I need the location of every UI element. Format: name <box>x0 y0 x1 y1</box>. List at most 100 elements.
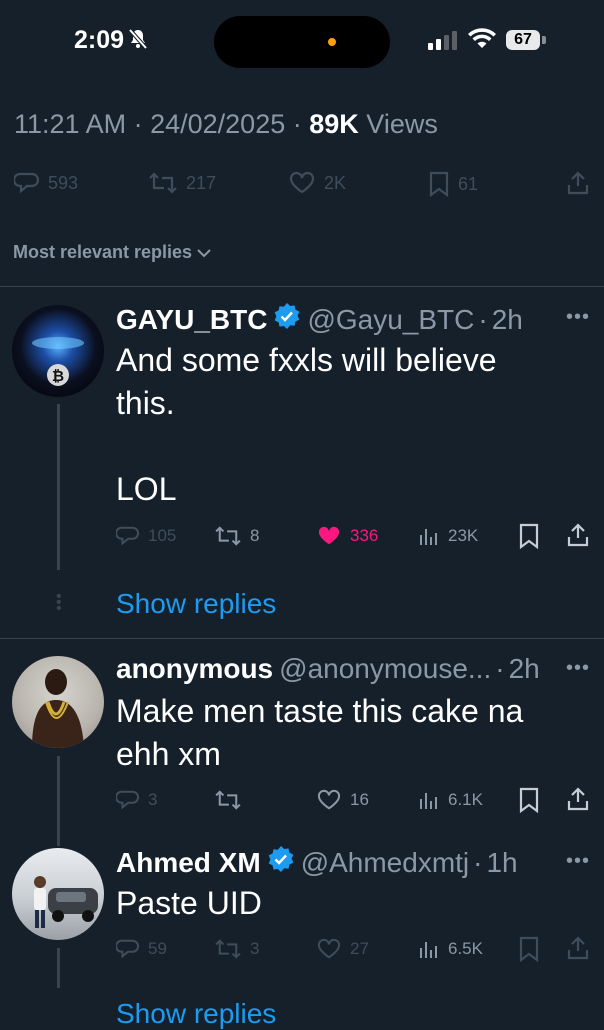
repost-icon <box>215 790 241 810</box>
meta-separator: · <box>292 109 310 139</box>
bitcoin-logo-icon: ₿ <box>32 337 84 386</box>
reply-header: Ahmed XM @Ahmedxmtj · 1h <box>116 845 518 880</box>
reply-icon <box>116 939 140 959</box>
more-options-icon[interactable]: ••• <box>566 657 590 680</box>
reply-time: 2h <box>508 653 540 684</box>
like-count: 2K <box>324 172 347 193</box>
thread-dots: • • • <box>56 588 62 617</box>
reply-time: 1h <box>486 846 518 878</box>
view-count: 6.5K <box>448 939 483 958</box>
tweet-meta: 11:21 AM · 24/02/2025 · 89K Views <box>14 109 438 140</box>
display-name[interactable]: Ahmed XM <box>116 847 261 879</box>
reply-count: 593 <box>48 172 79 193</box>
display-name[interactable]: anonymous <box>116 653 273 685</box>
verified-badge-icon <box>267 845 295 880</box>
person-with-car-photo <box>34 876 98 928</box>
reply-count: 105 <box>148 526 177 545</box>
share-button[interactable] <box>566 522 590 548</box>
avatar[interactable] <box>12 848 104 940</box>
status-time: 2:09 <box>74 26 125 54</box>
share-button[interactable] <box>566 786 590 812</box>
reply-button[interactable]: 3 <box>116 789 157 811</box>
reply-sort-dropdown[interactable]: Most relevant replies <box>13 242 212 263</box>
repost-button[interactable]: 217 <box>148 171 216 195</box>
more-options-icon[interactable]: ••• <box>566 850 590 873</box>
svg-text:₿: ₿ <box>52 367 64 385</box>
views-button[interactable]: 6.1K <box>418 789 483 811</box>
repost-count: 8 <box>250 526 260 545</box>
reply-action-bar: 3 16 6.1K <box>0 786 604 816</box>
show-replies-link[interactable]: Show replies <box>116 588 276 620</box>
handle[interactable]: @Ahmedxmtj <box>301 847 469 879</box>
share-button[interactable] <box>566 170 590 196</box>
bookmark-button[interactable] <box>518 936 540 962</box>
status-bar: 2:09 67 <box>0 0 604 84</box>
tweet-time: 11:21 AM <box>14 109 127 139</box>
bookmark-count: 61 <box>458 173 479 194</box>
bookmark-button[interactable] <box>518 523 540 549</box>
divider <box>0 286 604 287</box>
analytics-icon <box>420 529 437 545</box>
repost-icon <box>149 172 177 194</box>
avatar[interactable]: ₿ <box>12 305 104 397</box>
repost-button[interactable]: 8 <box>214 525 259 547</box>
like-count: 27 <box>350 939 369 958</box>
share-icon <box>567 936 589 960</box>
reply-button[interactable]: 59 <box>116 938 167 960</box>
display-name[interactable]: GAYU_BTC <box>116 304 267 336</box>
like-count: 16 <box>350 790 369 809</box>
reply-action-bar: 105 8 336 23K <box>0 522 604 552</box>
like-button[interactable]: 27 <box>316 938 369 960</box>
bookmark-button[interactable]: 61 <box>428 171 478 197</box>
reply-text: Paste UID <box>116 885 262 921</box>
bookmark-button[interactable] <box>518 787 540 813</box>
avatar[interactable] <box>12 656 104 748</box>
reply-text: Make men taste this cake na ehh xm <box>116 693 524 772</box>
reply-count: 3 <box>148 790 158 809</box>
like-button[interactable]: 336 <box>316 525 378 547</box>
heart-icon <box>317 789 341 810</box>
repost-icon <box>215 526 241 546</box>
share-button[interactable] <box>566 935 590 961</box>
views-count: 89K <box>309 109 359 139</box>
share-icon <box>567 523 589 547</box>
tweet-date[interactable]: 24/02/2025 <box>150 109 285 139</box>
analytics-icon <box>420 793 437 809</box>
verified-badge-icon <box>273 302 301 337</box>
sort-label: Most relevant replies <box>13 242 193 262</box>
reply-count: 59 <box>148 939 167 958</box>
reply-icon <box>116 526 140 546</box>
like-button[interactable]: 2K <box>288 171 346 195</box>
heart-icon <box>317 938 341 959</box>
handle[interactable]: @anonymouse... <box>279 653 491 685</box>
show-replies-link[interactable]: Show replies <box>116 998 276 1030</box>
tweet-action-bar: 593 217 2K 61 <box>0 168 604 200</box>
reply-header: anonymous @anonymouse... · 2h <box>116 653 540 685</box>
handle[interactable]: @Gayu_BTC <box>307 304 474 336</box>
views-button[interactable]: 6.5K <box>418 938 483 960</box>
reply-icon <box>14 172 40 194</box>
view-count: 6.1K <box>448 790 483 809</box>
views-label: Views <box>366 109 438 139</box>
reply-button[interactable]: 593 <box>14 171 78 195</box>
analytics-icon <box>420 942 437 958</box>
share-icon <box>567 787 589 811</box>
like-button[interactable]: 16 <box>316 789 369 811</box>
reply-icon <box>116 790 140 810</box>
views-button[interactable]: 23K <box>418 525 478 547</box>
repost-icon <box>215 939 241 959</box>
wifi-icon <box>468 28 496 55</box>
bookmark-icon <box>519 523 539 549</box>
more-options-icon[interactable]: ••• <box>566 306 590 329</box>
repost-button[interactable]: 3 <box>214 938 259 960</box>
cellular-signal-icon <box>428 30 458 55</box>
heart-icon <box>289 171 315 194</box>
chevron-down-icon <box>197 248 211 257</box>
bookmark-icon <box>519 936 539 962</box>
heart-filled-icon <box>318 526 340 545</box>
divider <box>0 638 604 639</box>
repost-button[interactable] <box>214 789 250 811</box>
reply-button[interactable]: 105 <box>116 525 176 547</box>
repost-count: 217 <box>186 172 217 193</box>
like-count: 336 <box>350 526 379 545</box>
